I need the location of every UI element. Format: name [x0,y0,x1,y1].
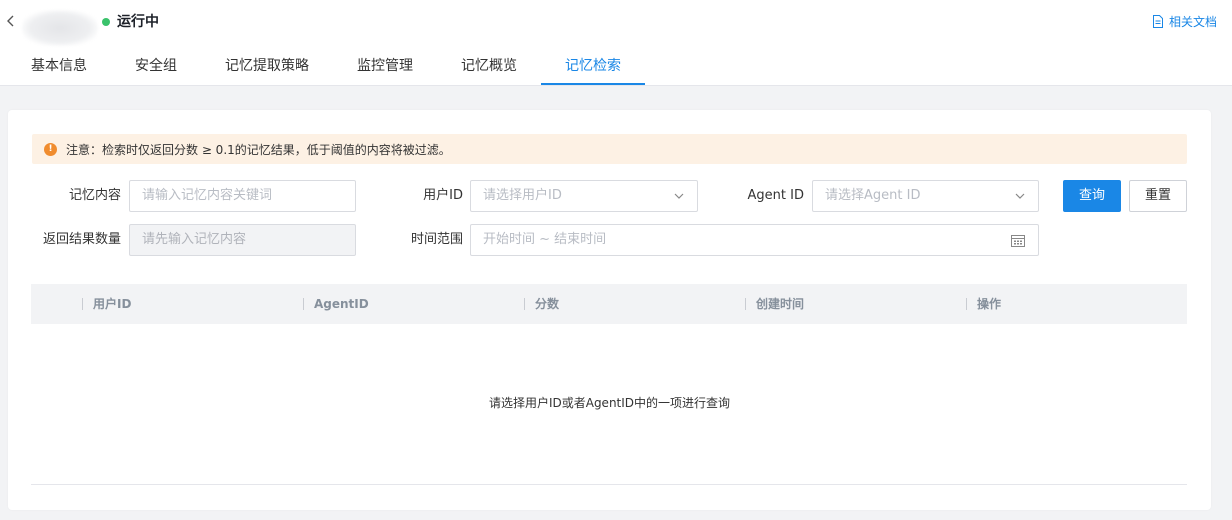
notice-banner: ! 注意：检索时仅返回分数 ≥ 0.1的记忆结果，低于阈值的内容将被过滤。 [32,134,1187,164]
column-divider [303,298,304,310]
column-header-actions: 操作 [977,297,1002,311]
status-dot [102,18,110,26]
result-count-label: 返回结果数量 [42,232,121,247]
reset-button[interactable]: 重置 [1129,180,1187,212]
document-icon [1153,14,1163,28]
warning-icon: ! [44,142,57,156]
column-header-user-id: 用户ID [93,297,132,311]
top-header: 运行中 相关文档 基本信息 安全组 记忆提取策略 监控管理 记忆概览 记忆检索 [0,0,1232,86]
memory-content-input[interactable]: 请输入记忆内容关键词 [129,180,356,212]
column-divider [966,298,967,310]
column-divider [745,298,746,310]
user-id-placeholder: 请选择用户ID [483,188,562,203]
time-range-placeholder: 开始时间 ~ 结束时间 [483,232,607,247]
tab-memory-extraction-policy[interactable]: 记忆提取策略 [225,50,309,86]
tab-bar: 基本信息 安全组 记忆提取策略 监控管理 记忆概览 记忆检索 [0,50,1232,86]
tab-basic-info[interactable]: 基本信息 [31,50,87,86]
chevron-down-icon [674,193,684,199]
related-docs-link[interactable]: 相关文档 [1152,12,1217,30]
time-range-label: 时间范围 [410,232,463,247]
tab-monitoring[interactable]: 监控管理 [357,50,413,86]
empty-state-text: 请选择用户ID或者AgentID中的一项进行查询 [488,396,731,410]
user-id-select[interactable]: 请选择用户ID [470,180,698,212]
search-panel: ! 注意：检索时仅返回分数 ≥ 0.1的记忆结果，低于阈值的内容将被过滤。 记忆… [8,110,1211,510]
column-header-created-time: 创建时间 [756,297,805,311]
agent-id-select[interactable]: 请选择Agent ID [812,180,1039,212]
time-range-picker[interactable]: 开始时间 ~ 结束时间 [470,224,1039,256]
calendar-icon [1011,235,1025,247]
column-divider [524,298,525,310]
active-tab-indicator [541,83,645,85]
instance-name-blurred [22,10,98,46]
tab-memory-overview[interactable]: 记忆概览 [461,50,517,86]
chevron-down-icon [1015,193,1025,199]
column-header-score: 分数 [535,297,560,311]
table-bottom-divider [31,484,1187,485]
column-header-agent-id: AgentID [314,297,369,311]
memory-content-label: 记忆内容 [68,188,121,203]
user-id-label: 用户ID [423,188,463,203]
column-divider [82,298,83,310]
agent-id-label: Agent ID [747,188,804,203]
agent-id-placeholder: 请选择Agent ID [825,188,921,203]
notice-text: 注意：检索时仅返回分数 ≥ 0.1的记忆结果，低于阈值的内容将被过滤。 [66,142,451,157]
tab-security-group[interactable]: 安全组 [135,50,177,86]
chevron-left-icon[interactable] [4,13,18,29]
related-docs-label: 相关文档 [1169,14,1218,29]
tab-memory-search[interactable]: 记忆检索 [565,50,621,86]
result-count-input: 请先输入记忆内容 [129,224,356,256]
query-button[interactable]: 查询 [1063,180,1121,212]
status-text: 运行中 [117,14,159,30]
results-table-header: 用户ID AgentID 分数 创建时间 操作 [31,284,1187,324]
